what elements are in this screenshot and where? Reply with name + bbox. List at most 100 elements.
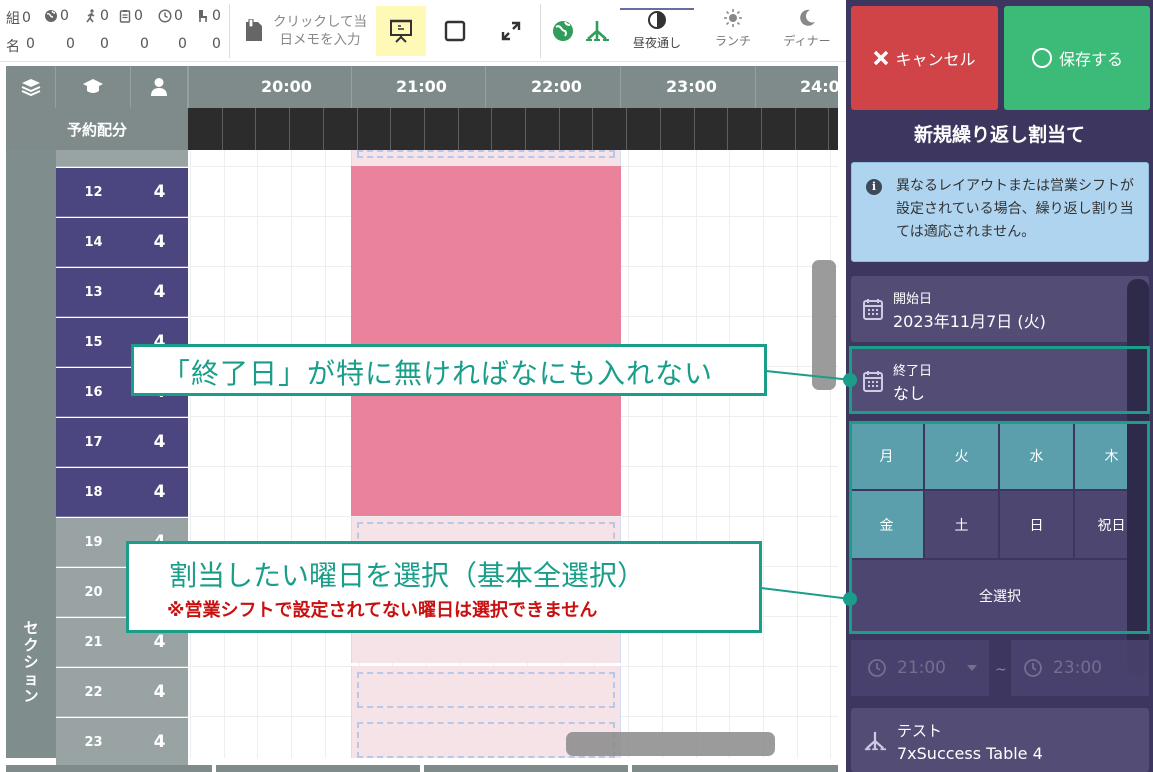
mode-label-dinner: ディナー	[783, 34, 831, 48]
timeline-body[interactable]	[190, 150, 838, 758]
start-date-value: 2023年11月7日 (火)	[893, 312, 1046, 331]
table-tree-icon	[864, 731, 886, 751]
table-row-name[interactable]: 17	[56, 418, 131, 467]
mode-tab-all-day[interactable]: 昼夜通し	[620, 8, 694, 56]
allocation-tick	[390, 108, 392, 150]
footer-tab[interactable]	[632, 765, 838, 772]
allocation-bar[interactable]	[188, 108, 838, 150]
stat-reserved-people: 0	[140, 36, 149, 52]
presentation-icon	[390, 19, 412, 43]
booking-block[interactable]	[351, 166, 621, 516]
table-row-name[interactable]: 13	[56, 268, 131, 317]
mode-tab-lunch[interactable]: ランチ	[696, 8, 770, 56]
allocation-tick	[289, 108, 291, 150]
end-time-value: 23:00	[1053, 658, 1102, 678]
presentation-view-button[interactable]	[376, 6, 426, 56]
cancel-label: キャンセル	[895, 50, 976, 69]
hour-divider	[188, 66, 189, 108]
caret-down-icon	[967, 665, 977, 671]
allocation-slot-outline	[357, 150, 615, 158]
start-date-field[interactable]: 開始日 2023年11月7日 (火)	[851, 276, 1149, 342]
hour-divider	[620, 66, 621, 108]
clock-icon	[868, 659, 886, 677]
allocation-tick	[255, 108, 257, 150]
table-type-button[interactable]	[56, 66, 131, 108]
allocation-tick	[592, 108, 594, 150]
footer-tab[interactable]	[6, 765, 212, 772]
table-row-name[interactable]: 18	[56, 468, 131, 517]
day-memo-button[interactable]: クリックして当日メモを入力	[236, 6, 372, 56]
cancel-button[interactable]: キャンセル	[851, 6, 998, 110]
panel-title: 新規繰り返し割当て	[913, 124, 1085, 146]
stats-row1-label: 組	[6, 11, 20, 27]
hour-label: 20:00	[261, 77, 312, 96]
stat-seated: 0	[196, 8, 221, 24]
allocation-tick	[457, 108, 459, 150]
table-row-capacity: 4	[131, 268, 188, 317]
online-filter-button[interactable]	[546, 6, 580, 56]
memo-placeholder: クリックして当日メモを入力	[272, 14, 368, 48]
end-time-select[interactable]: 23:00	[1011, 640, 1149, 696]
stat-online-people: 0	[66, 36, 75, 52]
table-row-name[interactable]: 19	[56, 518, 131, 567]
horizontal-scrollbar[interactable]	[566, 732, 775, 756]
table-row-name[interactable]: 23	[56, 718, 131, 767]
footer-tab[interactable]	[216, 765, 420, 772]
table-row-name[interactable]: 20	[56, 568, 131, 617]
top-toolbar: 組 0 名 0 0 0 0 0 0 0 0 0 0 0 クリックして当日メモを入…	[0, 0, 846, 62]
clipboard-icon	[119, 10, 131, 23]
section-column: セクション	[6, 150, 56, 758]
capacity-button[interactable]	[131, 66, 188, 108]
allocation-tick	[558, 108, 560, 150]
layers-button[interactable]	[6, 66, 56, 108]
stats-row-groups: 組 0	[6, 8, 31, 28]
table-row-name[interactable]: 14	[56, 218, 131, 267]
hour-label: 24:00	[800, 77, 851, 96]
table-row-name[interactable]: 22	[56, 668, 131, 717]
table-view-button[interactable]	[430, 6, 480, 56]
circle-icon	[1031, 48, 1052, 68]
save-button[interactable]: 保存する	[1004, 6, 1150, 110]
mode-label-all-day: 昼夜通し	[632, 36, 681, 50]
vertical-scrollbar[interactable]	[812, 260, 836, 390]
allocation-tick	[828, 108, 830, 150]
table-row-name[interactable]: 16	[56, 368, 131, 417]
close-icon	[874, 50, 889, 66]
table-assignment-field[interactable]: テスト 7xSuccess Table 4	[851, 708, 1149, 772]
start-time-select[interactable]: 21:00	[851, 640, 989, 696]
calendar-icon	[863, 299, 883, 320]
table-row-capacity: 4	[131, 668, 188, 717]
allocation-tick	[794, 108, 796, 150]
expand-button[interactable]	[486, 6, 536, 56]
table-row-name[interactable]: 12	[56, 168, 131, 217]
timeline-header: 20:00 21:00 22:00 23:00 24:00	[6, 66, 851, 108]
table-tree-icon	[586, 21, 609, 41]
table-value: 7xSuccess Table 4	[897, 744, 1043, 763]
stats-row2-label: 名	[6, 39, 20, 55]
mode-label-lunch: ランチ	[714, 34, 751, 48]
footer-tab[interactable]	[424, 765, 628, 772]
clock-icon	[1024, 659, 1042, 677]
table-group-filter-button[interactable]	[582, 6, 612, 56]
stat-seated-people: 0	[212, 36, 221, 52]
start-time-value: 21:00	[897, 658, 946, 678]
table-row-name[interactable]: 21	[56, 618, 131, 667]
allocation-tick	[693, 108, 695, 150]
hour-divider	[485, 66, 486, 108]
section-label: セクション	[23, 619, 39, 705]
time-separator: ~	[995, 662, 1007, 678]
globe-icon	[45, 10, 57, 22]
stat-walkin: 0	[84, 8, 109, 24]
weekday-warning: ※営業シフトで設定されてない曜日は選択できません	[167, 600, 598, 621]
allocation-tick	[322, 108, 324, 150]
table-row-partial	[131, 150, 188, 167]
table-row-name[interactable]: 15	[56, 318, 131, 367]
stat-online: 0	[44, 8, 69, 24]
stat-waiting-groups: 0	[174, 8, 183, 24]
weekday-note: 割当したい曜日を選択（基本全選択）	[169, 559, 646, 592]
globe-icon	[553, 21, 573, 41]
mode-tab-dinner[interactable]: ディナー	[770, 8, 844, 56]
allocation-tick	[491, 108, 493, 150]
allocation-tick	[221, 108, 223, 150]
start-date-label: 開始日	[893, 292, 933, 307]
